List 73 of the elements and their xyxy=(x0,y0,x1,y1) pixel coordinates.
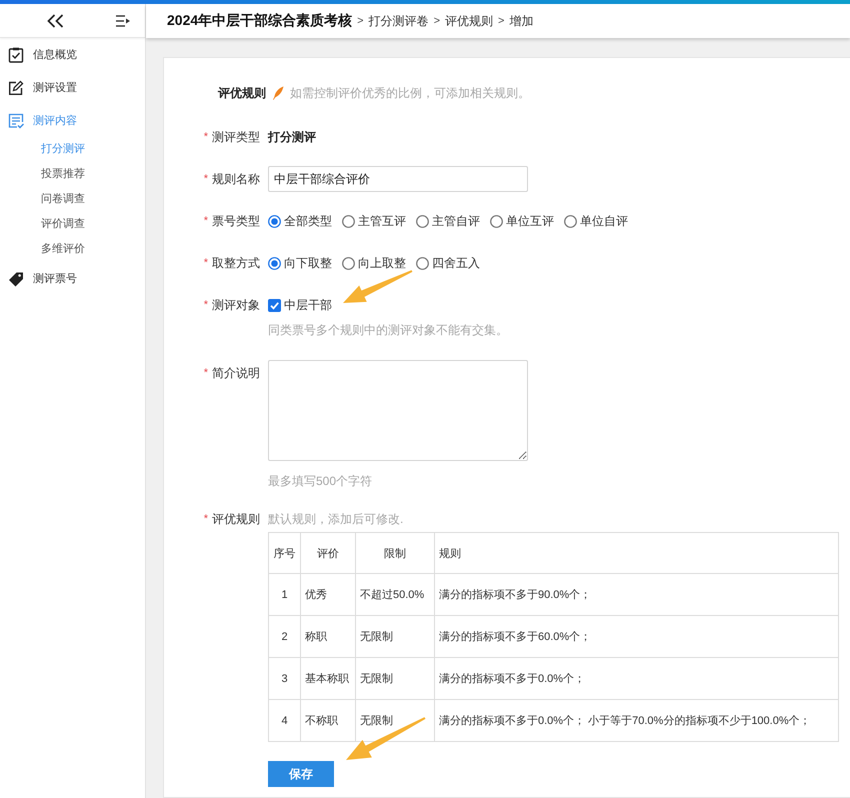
table-cell: 满分的指标项不多于0.0%个； 小于等于70.0%分的指标项不少于100.0%个； xyxy=(434,700,838,742)
radio-option[interactable]: 向上取整 xyxy=(342,254,406,272)
field-label: 规则名称 xyxy=(212,170,260,188)
table-cell: 不称职 xyxy=(300,700,356,742)
radio-option[interactable]: 主管自评 xyxy=(416,212,480,230)
save-button[interactable]: 保存 xyxy=(268,761,334,787)
tag-icon xyxy=(8,270,24,286)
table-cell: 2 xyxy=(268,616,300,658)
clipboard-check-icon xyxy=(8,46,24,62)
field-hint: 最多填写500个字符 xyxy=(268,473,374,490)
breadcrumb-separator: > xyxy=(498,15,504,27)
required-mark: * xyxy=(204,513,208,525)
section-hint: 如需控制评价优秀的比例，可添加相关规则。 xyxy=(290,84,530,102)
column-header: 评价 xyxy=(300,532,356,574)
required-mark: * xyxy=(204,215,208,227)
table-cell: 称职 xyxy=(300,616,356,658)
required-mark: * xyxy=(204,257,208,269)
table-cell: 无限制 xyxy=(356,658,434,700)
radio-option[interactable]: 四舍五入 xyxy=(416,254,480,272)
breadcrumb-item: 增加 xyxy=(509,12,534,30)
field-label: 票号类型 xyxy=(212,212,260,230)
section-title: 评优规则 xyxy=(218,84,266,102)
table-cell: 3 xyxy=(268,658,300,700)
field-hint: 同类票号多个规则中的测评对象不能有交集。 xyxy=(268,322,509,339)
sidebar-subitem[interactable]: 多维评价 xyxy=(0,237,145,262)
table-cell: 满分的指标项不多于0.0%个； xyxy=(434,658,838,700)
table-cell: 1 xyxy=(268,574,300,616)
edit-icon xyxy=(8,80,24,96)
table-cell: 不超过50.0% xyxy=(356,574,434,616)
textarea-field[interactable] xyxy=(268,360,528,461)
required-mark: * xyxy=(204,299,208,311)
required-mark: * xyxy=(204,173,208,185)
required-mark: * xyxy=(204,131,208,143)
column-header: 限制 xyxy=(356,532,434,574)
sidebar-subitem[interactable]: 问卷调查 xyxy=(0,187,145,212)
field-note: 默认规则，添加后可修改. xyxy=(268,510,404,528)
page-title: 2024年中层干部综合素质考核 xyxy=(167,12,352,30)
radio-option[interactable]: 全部类型 xyxy=(268,212,332,230)
field-label: 评优规则 xyxy=(212,510,260,528)
document-check-icon xyxy=(8,112,24,128)
feather-icon xyxy=(272,86,284,100)
table-cell: 无限制 xyxy=(356,616,434,658)
sidebar-item[interactable]: 测评票号 xyxy=(0,262,145,295)
field-label: 测评类型 xyxy=(212,128,260,146)
table-cell: 基本称职 xyxy=(300,658,356,700)
radio-option[interactable]: 主管互评 xyxy=(342,212,406,230)
breadcrumb-separator: > xyxy=(357,15,364,27)
menu-icon[interactable] xyxy=(116,14,130,26)
sidebar-subitem[interactable]: 评价调查 xyxy=(0,212,145,237)
breadcrumb-item[interactable]: 打分测评卷 xyxy=(368,12,429,30)
field-value: 打分测评 xyxy=(268,128,316,146)
checkbox-option[interactable]: 中层干部 xyxy=(268,296,332,314)
breadcrumb-item[interactable]: 评优规则 xyxy=(445,12,494,30)
sidebar-item[interactable]: 信息概览 xyxy=(0,38,145,71)
annotation-arrow xyxy=(343,270,412,303)
table-cell: 优秀 xyxy=(300,574,356,616)
text-input[interactable]: 中层干部综合评价 xyxy=(268,166,528,192)
table-cell: 满分的指标项不多于60.0%个； xyxy=(434,616,838,658)
radio-option[interactable]: 单位互评 xyxy=(490,212,554,230)
radio-option[interactable]: 向下取整 xyxy=(268,254,332,272)
radio-option[interactable]: 单位自评 xyxy=(564,212,628,230)
column-header: 序号 xyxy=(268,532,300,574)
field-label: 简介说明 xyxy=(212,364,260,382)
table-cell: 满分的指标项不多于90.0%个； xyxy=(434,574,838,616)
field-label: 取整方式 xyxy=(212,254,260,272)
double-chevron-left-icon[interactable] xyxy=(47,14,64,28)
sidebar-subitem[interactable]: 投票推荐 xyxy=(0,162,145,187)
breadcrumb-separator: > xyxy=(434,15,440,27)
field-label: 测评对象 xyxy=(212,296,260,314)
sidebar-item[interactable]: 测评设置 xyxy=(0,71,145,104)
table-cell: 4 xyxy=(268,700,300,742)
column-header: 规则 xyxy=(434,532,838,574)
required-mark: * xyxy=(204,367,208,379)
